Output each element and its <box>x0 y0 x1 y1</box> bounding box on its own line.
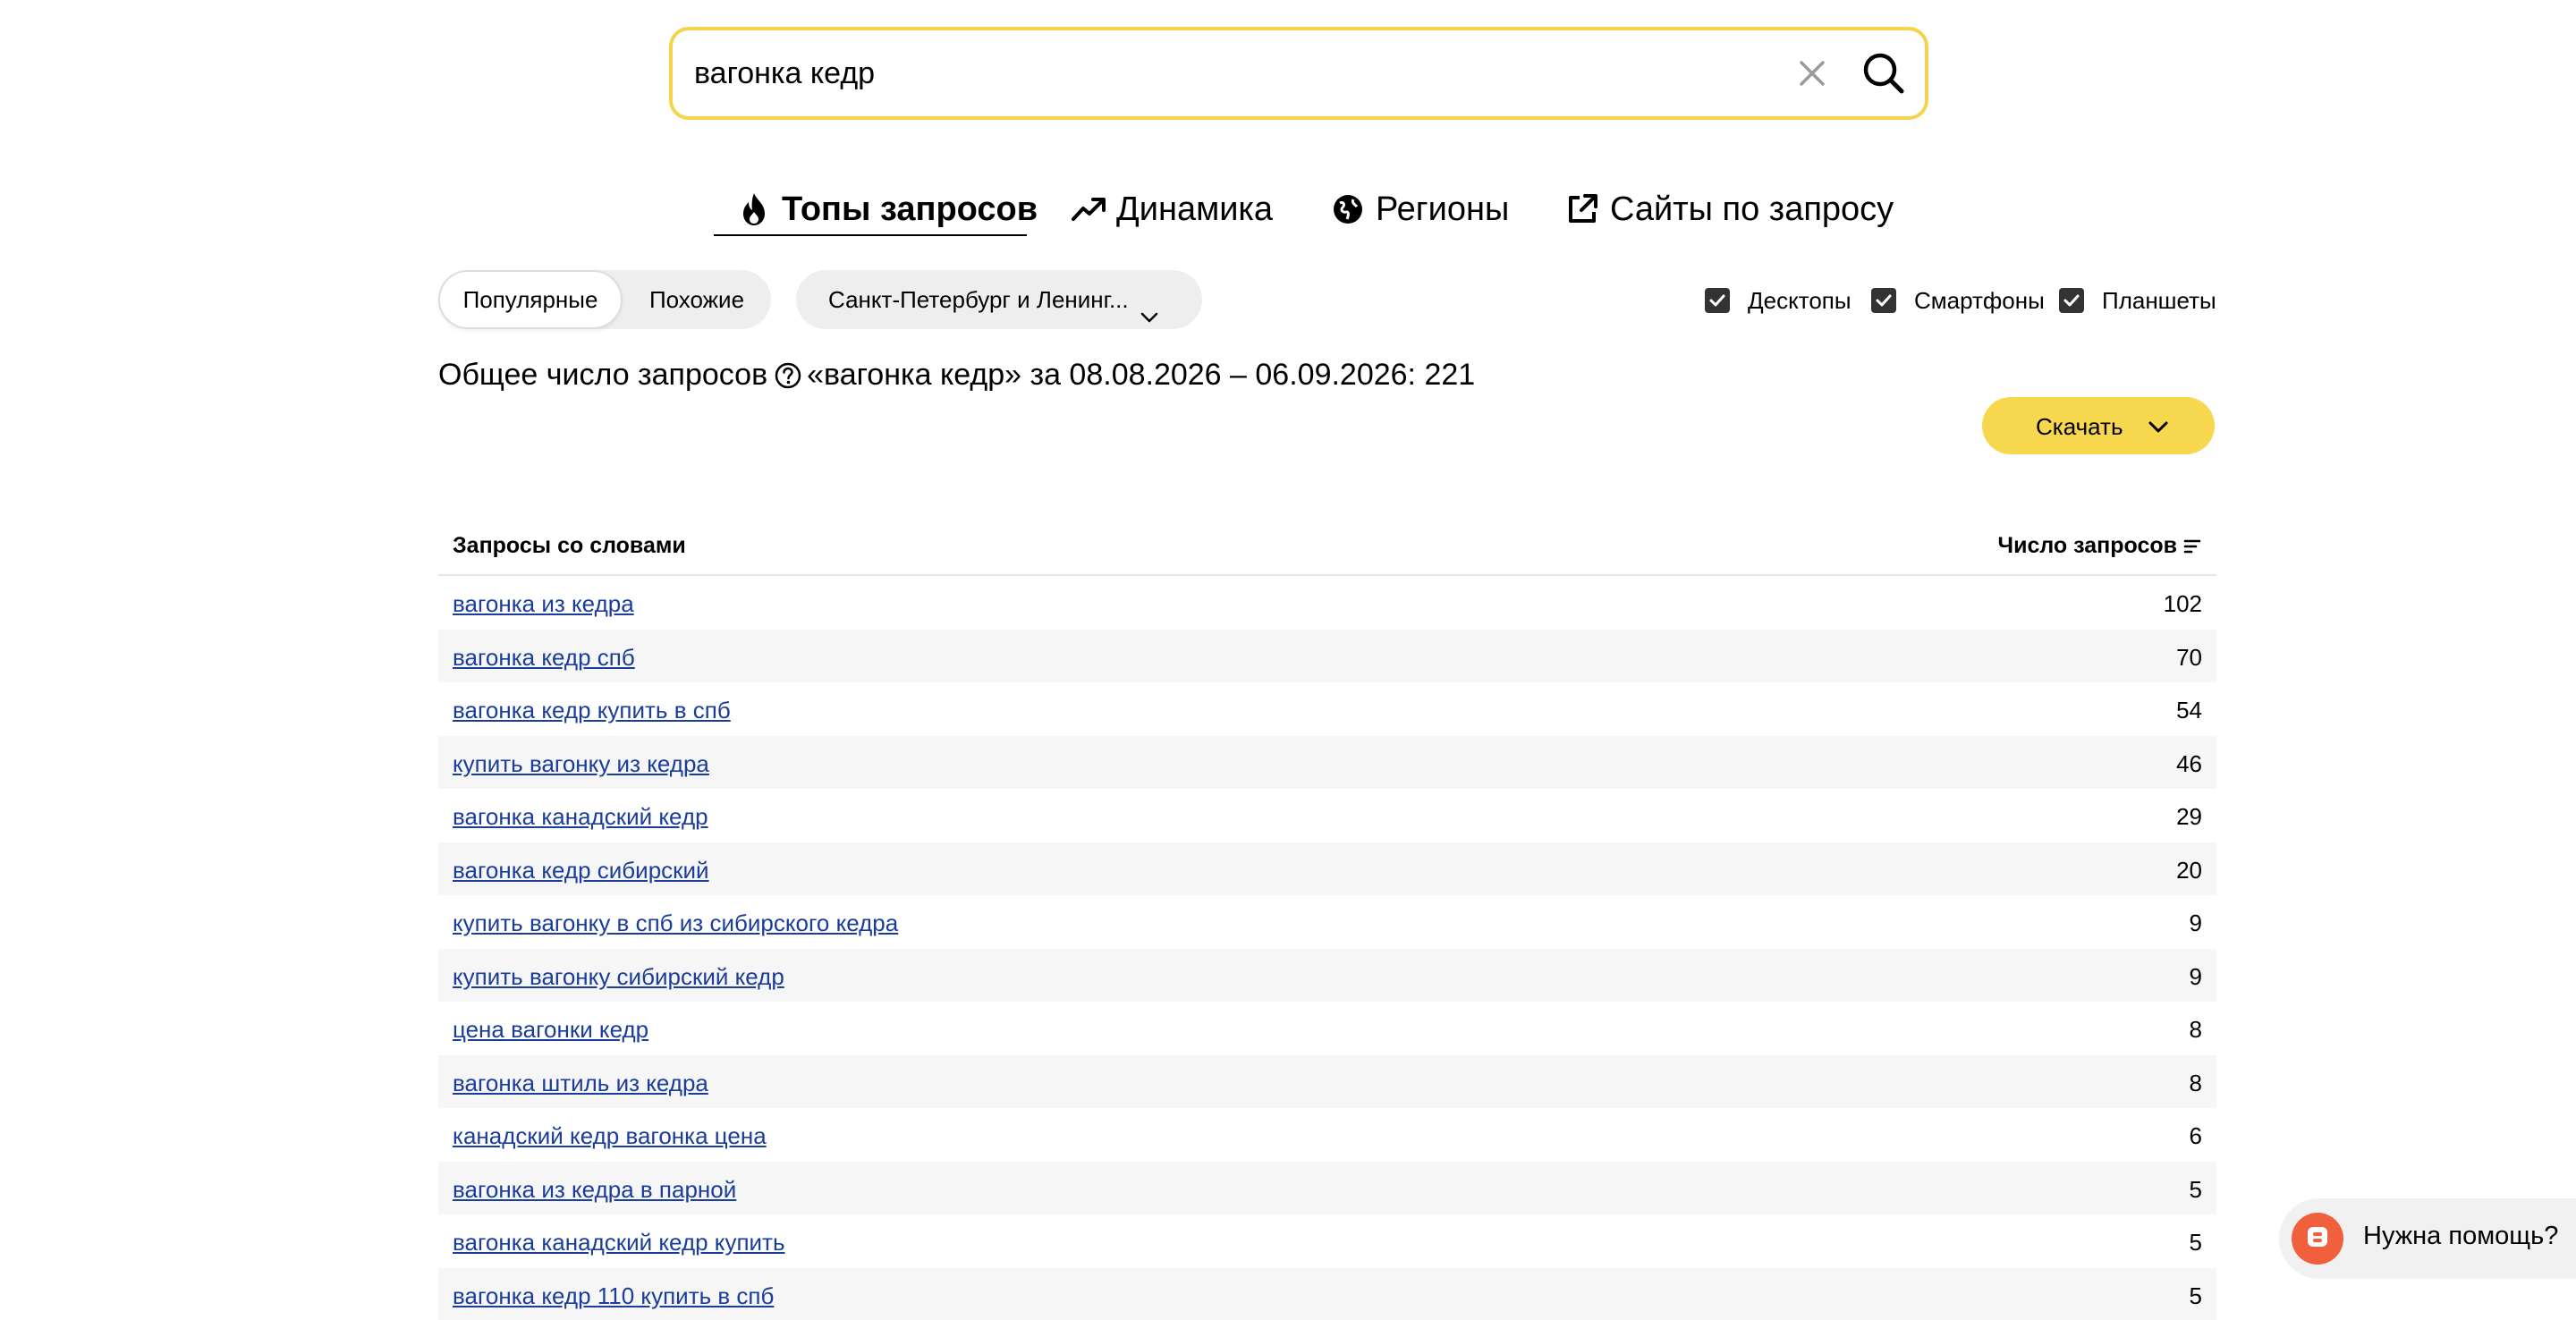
query-count: 5 <box>2189 1229 2202 1256</box>
column-header-count-label: Число запросов <box>1997 533 2177 558</box>
table-header: Запросы со словами Число запросов <box>438 524 2216 576</box>
trend-icon <box>1070 190 1107 228</box>
search-input[interactable] <box>694 30 1723 116</box>
chevron-down-icon <box>1140 290 1159 323</box>
table-row: купить вагонку в спб из сибирского кедра… <box>438 895 2216 949</box>
checkbox-label: Планшеты <box>2102 286 2216 314</box>
query-link[interactable]: купить вагонку сибирский кедр <box>453 963 784 991</box>
tab-label: Топы запросов <box>782 190 1038 228</box>
table-row: вагонка штиль из кедра 8 <box>438 1054 2216 1108</box>
tab-label: Динамика <box>1116 190 1274 228</box>
query-count: 5 <box>2189 1175 2202 1203</box>
tab-bar: Топы запросов Динамика Регионы Сайты по … <box>0 184 2576 238</box>
query-link[interactable]: купить вагонку в спб из сибирского кедра <box>453 910 898 937</box>
table-row: канадский кедр вагонка цена 6 <box>438 1108 2216 1162</box>
query-count: 46 <box>2176 749 2202 777</box>
similar-button[interactable]: Похожие <box>623 270 771 329</box>
checkbox-label: Смартфоны <box>1914 286 2045 314</box>
table-row: цена вагонки кедр 8 <box>438 1002 2216 1055</box>
tablet-checkbox[interactable]: Планшеты <box>2059 286 2216 315</box>
query-count: 9 <box>2189 910 2202 936</box>
table-row: вагонка из кедра в парной 5 <box>438 1161 2216 1214</box>
query-count: 8 <box>2189 1069 2202 1096</box>
query-link[interactable]: вагонка штиль из кедра <box>453 1070 708 1097</box>
query-link[interactable]: вагонка из кедра в парной <box>453 1176 736 1204</box>
table-row: вагонка канадский кедр 29 <box>438 789 2216 842</box>
query-type-switch: Популярные Похожие <box>438 270 771 329</box>
tab-sites[interactable]: Сайты по запросу <box>1563 184 1894 234</box>
query-link[interactable]: канадский кедр вагонка цена <box>453 1122 767 1150</box>
search-box <box>669 27 1928 120</box>
desktop-checkbox[interactable]: Десктопы <box>1705 286 1852 315</box>
table-row: вагонка кедр спб 70 <box>438 629 2216 682</box>
table-row: купить вагонку сибирский кедр 9 <box>438 948 2216 1002</box>
query-count: 6 <box>2189 1122 2202 1149</box>
query-link[interactable]: вагонка кедр сибирский <box>453 857 709 884</box>
checkbox-checked-icon <box>2059 288 2084 313</box>
help-widget-label: Нужна помощь? <box>2363 1222 2559 1250</box>
tab-dynamics[interactable]: Динамика <box>1070 184 1273 234</box>
region-label: Санкт-Петербург и Ленинг... <box>828 286 1129 313</box>
query-link[interactable]: вагонка кедр 110 купить в спб <box>453 1282 774 1310</box>
help-icon[interactable] <box>775 362 801 389</box>
tab-label: Сайты по запросу <box>1610 190 1894 228</box>
table-row: вагонка кедр 110 купить в спб 5 <box>438 1267 2216 1320</box>
query-count: 70 <box>2176 643 2202 671</box>
summary-suffix: «вагонка кедр» за 08.08.2026 – 06.09.202… <box>807 358 1476 392</box>
globe-icon <box>1329 190 1367 228</box>
tab-regions[interactable]: Регионы <box>1329 184 1509 234</box>
table-row: вагонка канадский кедр купить 5 <box>438 1214 2216 1268</box>
query-link[interactable]: вагонка кедр купить в спб <box>453 697 731 724</box>
checkbox-label: Десктопы <box>1748 286 1852 314</box>
popular-button[interactable]: Популярные <box>438 270 623 329</box>
query-link[interactable]: цена вагонки кедр <box>453 1016 648 1044</box>
query-count: 29 <box>2176 803 2202 830</box>
query-count: 54 <box>2176 697 2202 723</box>
table-row: купить вагонку из кедра 46 <box>438 735 2216 789</box>
fire-icon <box>735 190 773 228</box>
page: Топы запросов Динамика Регионы Сайты по … <box>0 0 2576 1320</box>
queries-table: Запросы со словами Число запросов вагонк… <box>438 524 2216 1320</box>
query-link[interactable]: вагонка из кедра <box>453 590 634 618</box>
table-row: вагонка из кедра 102 <box>438 576 2216 630</box>
chevron-down-icon <box>2147 415 2170 438</box>
help-chat-widget[interactable]: Нужна помощь? <box>2279 1198 2576 1279</box>
query-count: 5 <box>2189 1282 2202 1309</box>
sort-icon[interactable] <box>2182 537 2202 556</box>
query-link[interactable]: вагонка канадский кедр <box>453 803 708 831</box>
query-count: 9 <box>2189 962 2202 990</box>
search-icon[interactable] <box>1859 48 1909 98</box>
region-select[interactable]: Санкт-Петербург и Ленинг... <box>796 270 1202 329</box>
tab-label: Регионы <box>1376 190 1510 228</box>
tab-top-queries[interactable]: Топы запросов <box>735 184 1038 234</box>
table-row: вагонка кедр купить в спб 54 <box>438 682 2216 736</box>
query-count: 102 <box>2163 590 2202 617</box>
close-icon[interactable] <box>1792 54 1832 93</box>
column-header-count[interactable]: Число запросов <box>1998 533 2202 559</box>
download-button[interactable]: Скачать <box>1982 397 2215 454</box>
chat-bot-avatar-icon <box>2292 1213 2343 1265</box>
table-body: вагонка из кедра 102 вагонка кедр спб 70 ваг… <box>438 576 2216 1320</box>
summary-prefix: Общее число запросов <box>438 358 768 392</box>
query-link[interactable]: вагонка канадский кедр купить <box>453 1229 785 1257</box>
checkbox-checked-icon <box>1871 288 1896 313</box>
query-link[interactable]: вагонка кедр спб <box>453 644 635 672</box>
query-count: 20 <box>2176 856 2202 884</box>
active-tab-underline <box>714 234 1027 236</box>
smartphone-checkbox[interactable]: Смартфоны <box>1871 286 2045 315</box>
external-link-icon <box>1563 190 1601 228</box>
checkbox-checked-icon <box>1705 288 1730 313</box>
table-row: вагонка кедр сибирский 20 <box>438 842 2216 895</box>
query-count: 8 <box>2189 1016 2202 1043</box>
total-queries-summary: Общее число запросов «вагонка кедр» за 0… <box>438 358 1475 393</box>
query-link[interactable]: купить вагонку из кедра <box>453 750 709 778</box>
download-label: Скачать <box>2036 413 2123 440</box>
column-header-query: Запросы со словами <box>453 533 686 558</box>
